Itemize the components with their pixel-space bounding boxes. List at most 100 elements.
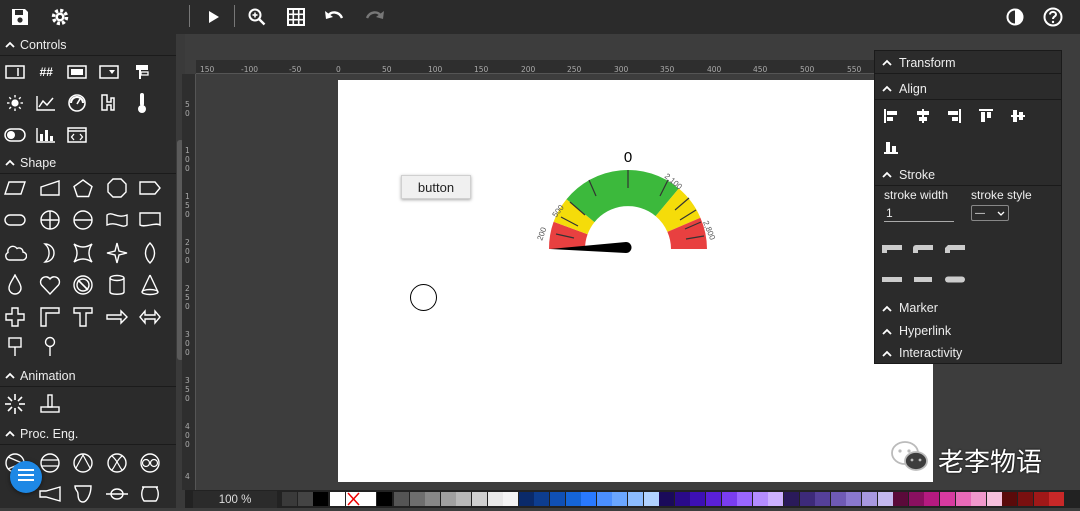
color-swatch[interactable] bbox=[596, 492, 612, 506]
cross-shape-icon[interactable] bbox=[1, 304, 29, 330]
color-swatch[interactable] bbox=[456, 492, 472, 506]
mixer-icon[interactable] bbox=[136, 450, 164, 476]
pin-shape-icon[interactable] bbox=[36, 334, 64, 360]
section-header-proc-eng[interactable]: Proc. Eng. bbox=[0, 423, 178, 445]
canvas-button[interactable]: button bbox=[401, 175, 471, 199]
tape-shape-icon[interactable] bbox=[103, 207, 131, 233]
pentagon-shape-icon[interactable] bbox=[69, 175, 97, 201]
color-swatch[interactable] bbox=[313, 492, 329, 506]
play-icon[interactable] bbox=[200, 5, 226, 29]
color-swatch[interactable] bbox=[908, 492, 924, 506]
color-swatch[interactable] bbox=[846, 492, 862, 506]
grid-icon[interactable] bbox=[283, 5, 309, 29]
zoom-level[interactable]: 100 % bbox=[193, 491, 277, 508]
valve-icon[interactable] bbox=[103, 481, 131, 507]
cylinder-shape-icon[interactable] bbox=[103, 272, 131, 298]
line-cap-round-icon[interactable] bbox=[942, 273, 968, 287]
double-arrow-shape-icon[interactable] bbox=[136, 304, 164, 330]
bar-chart-icon[interactable] bbox=[32, 122, 60, 148]
align-center-icon[interactable] bbox=[911, 106, 935, 126]
color-swatch[interactable] bbox=[440, 492, 456, 506]
corner-shape-icon[interactable] bbox=[36, 304, 64, 330]
or-circle-shape-icon[interactable] bbox=[36, 207, 64, 233]
toggle-switch-icon[interactable] bbox=[1, 122, 29, 148]
align-bottom-icon[interactable] bbox=[879, 137, 903, 157]
redo-icon[interactable] bbox=[362, 5, 388, 29]
align-left-icon[interactable] bbox=[879, 106, 903, 126]
gear-icon[interactable] bbox=[47, 5, 73, 29]
lens-shape-icon[interactable] bbox=[136, 240, 164, 266]
color-swatch[interactable] bbox=[674, 492, 690, 506]
color-swatch[interactable] bbox=[893, 492, 909, 506]
line-join-miter-icon[interactable] bbox=[879, 241, 905, 255]
color-swatch[interactable] bbox=[971, 492, 987, 506]
octagon-shape-icon[interactable] bbox=[103, 175, 131, 201]
color-swatch[interactable] bbox=[768, 492, 784, 506]
color-swatch[interactable] bbox=[784, 492, 799, 506]
color-swatch[interactable] bbox=[877, 492, 893, 506]
color-swatch[interactable] bbox=[815, 492, 831, 506]
contrast-icon[interactable] bbox=[1002, 5, 1028, 29]
color-swatch[interactable] bbox=[550, 492, 565, 506]
color-swatch[interactable] bbox=[565, 492, 581, 506]
section-header-align[interactable]: Align bbox=[875, 78, 1061, 100]
pipe-chart-icon[interactable] bbox=[95, 90, 123, 116]
drawing-canvas[interactable]: button 0 200 500 2,100 2,800 bbox=[338, 80, 933, 482]
color-swatch[interactable] bbox=[612, 492, 628, 506]
parallelogram-shape-icon[interactable] bbox=[1, 175, 29, 201]
color-swatch[interactable] bbox=[297, 492, 313, 506]
color-swatch[interactable] bbox=[659, 492, 675, 506]
fan-icon[interactable] bbox=[69, 450, 97, 476]
no-color-swatch[interactable] bbox=[345, 492, 361, 506]
tee-shape-icon[interactable] bbox=[69, 304, 97, 330]
line-join-bevel-icon[interactable] bbox=[942, 241, 968, 255]
section-header-controls[interactable]: Controls bbox=[0, 34, 178, 56]
line-join-round-icon[interactable] bbox=[910, 241, 936, 255]
light-bulb-icon[interactable] bbox=[1, 90, 29, 116]
stroke-width-input[interactable]: 1 bbox=[884, 204, 954, 222]
color-swatch[interactable] bbox=[721, 492, 737, 506]
section-header-transform[interactable]: Transform bbox=[875, 52, 1061, 74]
color-swatch[interactable] bbox=[862, 492, 877, 506]
moon-shape-icon[interactable] bbox=[36, 240, 64, 266]
manual-input-shape-icon[interactable] bbox=[36, 175, 64, 201]
heart-shape-icon[interactable] bbox=[36, 272, 64, 298]
terminator-shape-icon[interactable] bbox=[1, 207, 29, 233]
thermometer-icon[interactable] bbox=[128, 90, 156, 116]
color-swatch[interactable] bbox=[394, 492, 409, 506]
section-header-stroke[interactable]: Stroke bbox=[875, 164, 1061, 186]
line-cap-square-icon[interactable] bbox=[910, 273, 936, 287]
filter-icon[interactable] bbox=[69, 481, 97, 507]
section-header-hyperlink[interactable]: Hyperlink bbox=[875, 320, 1061, 342]
section-header-shape[interactable]: Shape bbox=[0, 152, 178, 174]
line-chart-icon[interactable] bbox=[32, 90, 60, 116]
numeric-input-icon[interactable]: ## bbox=[32, 59, 60, 85]
html-embed-icon[interactable] bbox=[63, 122, 91, 148]
menu-fab-button[interactable] bbox=[10, 461, 42, 493]
prohibited-shape-icon[interactable] bbox=[69, 272, 97, 298]
tank-icon[interactable] bbox=[136, 481, 164, 507]
star-shape-icon[interactable] bbox=[103, 240, 131, 266]
color-swatch[interactable] bbox=[472, 492, 487, 506]
color-swatch[interactable] bbox=[706, 492, 721, 506]
color-swatch[interactable] bbox=[282, 492, 297, 506]
align-right-icon[interactable] bbox=[942, 106, 966, 126]
section-header-animation[interactable]: Animation bbox=[0, 365, 178, 387]
gauge-control-icon[interactable] bbox=[63, 90, 91, 116]
align-top-icon[interactable] bbox=[974, 106, 998, 126]
color-swatch[interactable] bbox=[330, 492, 346, 506]
align-middle-icon[interactable] bbox=[1006, 106, 1030, 126]
slider-control-icon[interactable] bbox=[128, 59, 156, 85]
cone-shape-icon[interactable] bbox=[136, 272, 164, 298]
line-cap-butt-icon[interactable] bbox=[879, 273, 905, 287]
button-control-icon[interactable] bbox=[63, 59, 91, 85]
document-shape-icon[interactable] bbox=[136, 207, 164, 233]
gauge-widget[interactable]: 0 200 500 2,100 2,800 bbox=[534, 140, 734, 260]
color-swatch[interactable] bbox=[940, 492, 955, 506]
color-swatch[interactable] bbox=[581, 492, 597, 506]
color-swatch[interactable] bbox=[425, 492, 441, 506]
color-swatch[interactable] bbox=[534, 492, 550, 506]
curved-square-shape-icon[interactable] bbox=[69, 240, 97, 266]
color-swatch[interactable] bbox=[955, 492, 971, 506]
color-swatch[interactable] bbox=[752, 492, 768, 506]
